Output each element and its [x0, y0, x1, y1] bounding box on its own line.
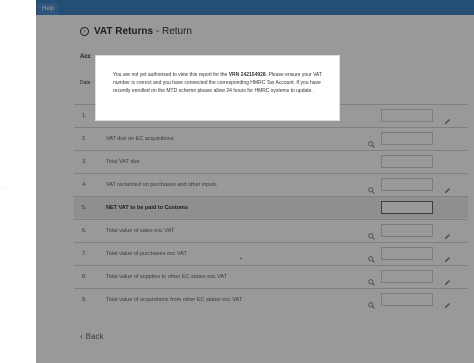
- modal-message: You are not yet authorised to view this …: [113, 72, 325, 95]
- modal-vrn: VRN 242154928: [228, 72, 266, 78]
- authorisation-modal: You are not yet authorised to view this …: [95, 55, 340, 121]
- modal-text-before: You are not yet authorised to view this …: [113, 72, 229, 78]
- left-margin: ·: [0, 0, 36, 363]
- stray-mark: ·: [1, 185, 3, 191]
